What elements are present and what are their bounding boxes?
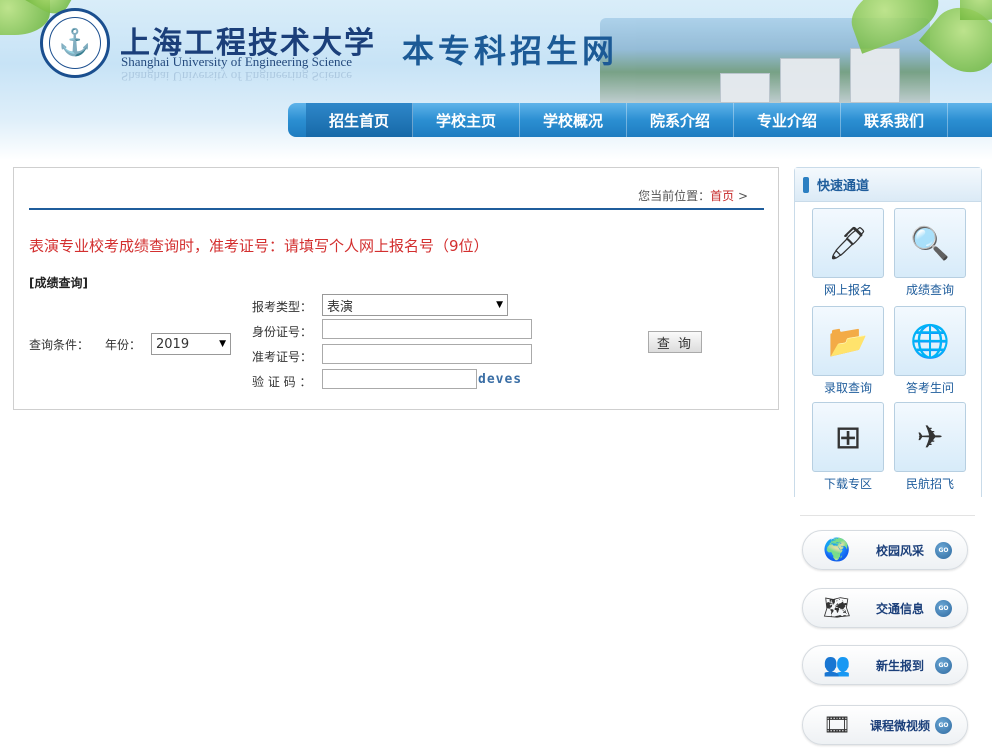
exam-type-select[interactable]: 表演 ▼	[322, 294, 508, 316]
pill-label: 交通信息	[875, 601, 924, 616]
aviation-icon: ✈	[894, 402, 966, 472]
nav-item-admissions-home[interactable]: 招生首页	[306, 103, 413, 137]
breadcrumb: 您当前位置：首页 >	[638, 187, 748, 204]
title-divider	[29, 208, 764, 210]
pill-campus-scenery[interactable]: 🌍 校园风采 GO	[802, 530, 968, 570]
school-emblem-icon: ⚓	[49, 17, 101, 69]
query-button[interactable]: 查 询	[648, 331, 702, 353]
quick-link-label: 下载专区	[823, 477, 872, 491]
go-icon: GO	[935, 716, 952, 734]
main-nav: 招生首页 学校主页 学校概况 院系介绍 专业介绍 联系我们	[288, 103, 992, 137]
exam-number-label: 准考证号：	[252, 350, 313, 364]
score-query-panel: 您当前位置：首页 > 表演专业校考成绩查询时，准考证号：请填写个人网上报名号（9…	[13, 167, 779, 410]
breadcrumb-home-link[interactable]: 首页	[710, 189, 734, 203]
students-icon: 👥	[823, 652, 851, 678]
dropdown-arrow-icon: ▼	[496, 300, 503, 310]
year-label: 年份：	[105, 338, 142, 352]
pill-label: 课程微视频	[869, 718, 930, 733]
section-label: [成绩查询]	[29, 276, 88, 290]
globe-icon: 🌍	[823, 537, 851, 563]
admission-query-icon: 📂	[812, 306, 884, 376]
captcha-label: 验 证 码 ：	[252, 375, 312, 389]
pill-label: 校园风采	[875, 543, 924, 558]
quick-link-online-signup[interactable]: 🖊 网上报名	[811, 208, 885, 298]
quick-access-sidebar: 快速通道 🖊 网上报名 🔍 成绩查询 📂 录取查询 🌐 答考生问 ⊞ 下载专区 …	[794, 167, 982, 497]
sidebar-title: 快速通道	[817, 179, 870, 194]
dropdown-arrow-icon: ▼	[219, 339, 226, 349]
quick-link-aviation[interactable]: ✈ 民航招飞	[893, 402, 967, 492]
site-header: ⚓ 上海工程技术大学 Shanghai University of Engine…	[0, 0, 992, 160]
nav-item-departments[interactable]: 院系介绍	[627, 103, 734, 137]
map-icon: 🗺	[823, 595, 851, 621]
score-query-icon: 🔍	[894, 208, 966, 278]
go-icon: GO	[935, 541, 952, 559]
go-icon: GO	[935, 599, 952, 617]
pill-freshman-registration[interactable]: 👥 新生报到 GO	[802, 645, 968, 685]
nav-item-majors[interactable]: 专业介绍	[734, 103, 841, 137]
nav-item-contact[interactable]: 联系我们	[841, 103, 948, 137]
header-marker-icon	[803, 176, 809, 193]
exam-number-input[interactable]	[322, 344, 532, 364]
exam-type-select-value: 表演	[327, 299, 354, 315]
id-number-label: 身份证号：	[252, 325, 313, 339]
go-icon: GO	[935, 656, 952, 674]
pill-transport-info[interactable]: 🗺 交通信息 GO	[802, 588, 968, 628]
quick-link-admission-query[interactable]: 📂 录取查询	[811, 306, 885, 396]
faq-icon: 🌐	[894, 306, 966, 376]
quick-link-label: 答考生问	[905, 381, 954, 395]
online-signup-icon: 🖊	[812, 208, 884, 278]
nav-item-school-overview[interactable]: 学校概况	[520, 103, 627, 137]
quick-link-label: 成绩查询	[905, 283, 954, 297]
exam-type-label: 报考类型：	[252, 300, 313, 314]
quick-link-faq[interactable]: 🌐 答考生问	[893, 306, 967, 396]
sidebar-divider	[800, 515, 975, 516]
id-number-input[interactable]	[322, 319, 532, 339]
quick-link-label: 民航招飞	[905, 477, 954, 491]
site-title: 本专科招生网	[402, 32, 619, 70]
quick-link-score-query[interactable]: 🔍 成绩查询	[893, 208, 967, 298]
school-name-en-reflection: Shanghai University of Engineering Scien…	[121, 69, 353, 84]
leaf-decoration	[960, 0, 992, 20]
quick-link-label: 录取查询	[823, 381, 872, 395]
captcha-image[interactable]: deves	[478, 372, 523, 389]
captcha-input[interactable]	[322, 369, 477, 389]
breadcrumb-prefix: 您当前位置：	[638, 189, 711, 203]
film-reel-icon: 🎞	[823, 712, 851, 738]
download-icon: ⊞	[812, 402, 884, 472]
sidebar-header: 快速通道	[795, 168, 981, 202]
pill-label: 新生报到	[875, 658, 924, 673]
year-select-value: 2019	[156, 336, 190, 352]
query-condition-label: 查询条件：	[29, 338, 90, 352]
pill-course-micro-video[interactable]: 🎞 课程微视频 GO	[802, 705, 968, 745]
nav-item-school-home[interactable]: 学校主页	[413, 103, 520, 137]
notice-text: 表演专业校考成绩查询时，准考证号：请填写个人网上报名号（9位）	[29, 237, 489, 255]
year-select[interactable]: 2019 ▼	[151, 333, 231, 355]
quick-link-download[interactable]: ⊞ 下载专区	[811, 402, 885, 492]
quick-link-label: 网上报名	[823, 283, 872, 297]
school-logo[interactable]: ⚓	[40, 8, 110, 78]
breadcrumb-separator: >	[737, 189, 748, 203]
